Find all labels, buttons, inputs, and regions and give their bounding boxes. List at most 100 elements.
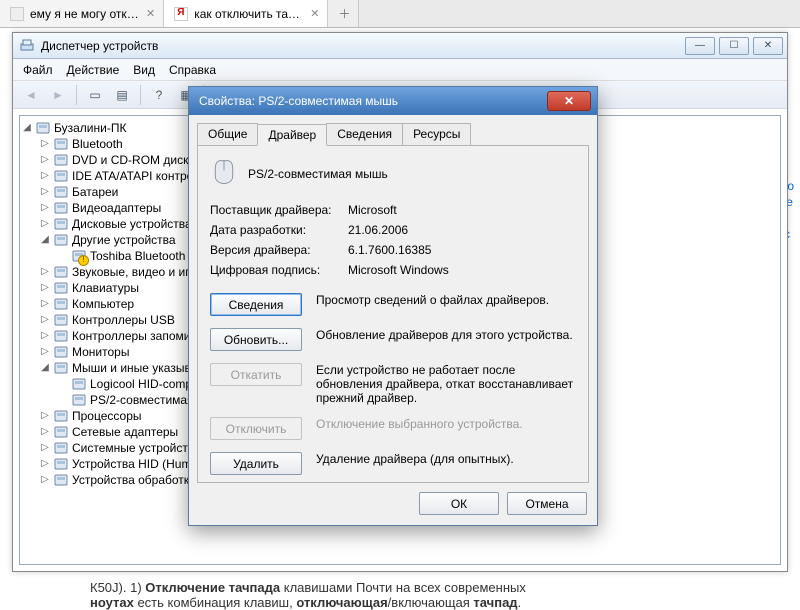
tree-label: Видеоадаптеры bbox=[72, 200, 161, 216]
nav-fwd-button[interactable]: ► bbox=[46, 84, 70, 106]
other-icon bbox=[71, 248, 87, 264]
driver-details-button[interactable]: Сведения bbox=[210, 293, 302, 316]
tree-label: Toshiba Bluetooth bbox=[90, 248, 185, 264]
expand-icon[interactable]: ◢ bbox=[40, 360, 50, 376]
minimize-button[interactable]: — bbox=[685, 37, 715, 55]
browser-tab[interactable]: ему я не могу отключит… ✕ bbox=[0, 0, 164, 27]
ok-button[interactable]: ОК bbox=[419, 492, 499, 515]
button-desc: Обновление драйверов для этого устройств… bbox=[316, 328, 576, 342]
spacer bbox=[58, 248, 68, 264]
disk-icon bbox=[53, 216, 69, 232]
browser-tab[interactable]: как отключить тачпад на н… ✕ bbox=[164, 0, 328, 27]
label: Версия драйвера: bbox=[210, 243, 348, 257]
tree-label: Системные устройства bbox=[72, 440, 201, 456]
expand-icon[interactable]: ▷ bbox=[40, 312, 50, 328]
update-driver-button[interactable]: Обновить... bbox=[210, 328, 302, 351]
tab-close-icon[interactable]: ✕ bbox=[146, 7, 155, 20]
expand-icon[interactable]: ▷ bbox=[40, 472, 50, 488]
disc-icon bbox=[53, 152, 69, 168]
menu-view[interactable]: Вид bbox=[133, 63, 155, 77]
value: 6.1.7600.16385 bbox=[348, 243, 431, 257]
keyboard-icon bbox=[53, 280, 69, 296]
close-button[interactable]: ✕ bbox=[547, 91, 591, 111]
tree-label: Сетевые адаптеры bbox=[72, 424, 178, 440]
device-name: PS/2-совместимая мышь bbox=[248, 167, 388, 181]
close-button[interactable]: ✕ bbox=[753, 37, 783, 55]
expand-icon[interactable]: ▷ bbox=[40, 184, 50, 200]
cancel-button[interactable]: Отмена bbox=[507, 492, 587, 515]
favicon-icon bbox=[174, 7, 188, 21]
mouse-icon bbox=[71, 392, 87, 408]
tree-label: Bluetooth bbox=[72, 136, 123, 152]
favicon-icon bbox=[10, 7, 24, 21]
rollback-driver-button: Откатить bbox=[210, 363, 302, 386]
toolbar-button[interactable]: ▤ bbox=[110, 84, 134, 106]
tab-general[interactable]: Общие bbox=[197, 123, 258, 145]
expand-icon[interactable]: ▷ bbox=[40, 344, 50, 360]
expand-icon[interactable]: ▷ bbox=[40, 136, 50, 152]
tree-label: Дисковые устройства bbox=[72, 216, 192, 232]
expand-icon[interactable]: ▷ bbox=[40, 280, 50, 296]
expand-icon[interactable]: ▷ bbox=[40, 456, 50, 472]
monitor-icon bbox=[53, 344, 69, 360]
label: Поставщик драйвера: bbox=[210, 203, 348, 217]
tab-label: как отключить тачпад на н… bbox=[194, 7, 304, 21]
menu-help[interactable]: Справка bbox=[169, 63, 216, 77]
expand-icon[interactable]: ▷ bbox=[40, 440, 50, 456]
tree-label: Батареи bbox=[72, 184, 118, 200]
mouse-icon bbox=[53, 360, 69, 376]
hid-icon bbox=[53, 456, 69, 472]
ide-icon bbox=[53, 168, 69, 184]
tab-resources[interactable]: Ресурсы bbox=[402, 123, 471, 145]
storage-icon bbox=[53, 328, 69, 344]
expand-icon[interactable]: ▷ bbox=[40, 424, 50, 440]
tab-close-icon[interactable]: ✕ bbox=[310, 7, 319, 20]
toolbar-button[interactable]: ▭ bbox=[83, 84, 107, 106]
tab-panel-driver: PS/2-совместимая мышь Поставщик драйвера… bbox=[197, 145, 589, 483]
label: Дата разработки: bbox=[210, 223, 348, 237]
new-tab-button[interactable]: ＋ bbox=[328, 0, 359, 27]
expand-icon[interactable]: ▷ bbox=[40, 216, 50, 232]
dialog-titlebar[interactable]: Свойства: PS/2-совместимая мышь ✕ bbox=[189, 87, 597, 115]
window-title: Диспетчер устройств bbox=[41, 39, 679, 53]
expand-icon[interactable]: ▷ bbox=[40, 152, 50, 168]
menu-action[interactable]: Действие bbox=[67, 63, 120, 77]
nav-back-button[interactable]: ◄ bbox=[19, 84, 43, 106]
help-icon[interactable]: ? bbox=[147, 84, 171, 106]
menu-file[interactable]: Файл bbox=[23, 63, 53, 77]
sound-icon bbox=[53, 264, 69, 280]
computer-icon bbox=[53, 296, 69, 312]
expand-icon[interactable]: ▷ bbox=[40, 296, 50, 312]
value: Microsoft bbox=[348, 203, 397, 217]
tab-driver[interactable]: Драйвер bbox=[257, 124, 327, 146]
tree-label: Процессоры bbox=[72, 408, 142, 424]
maximize-button[interactable]: ☐ bbox=[719, 37, 749, 55]
display-icon bbox=[53, 200, 69, 216]
tree-label: Компьютер bbox=[72, 296, 134, 312]
expand-icon[interactable]: ▷ bbox=[40, 200, 50, 216]
properties-dialog: Свойства: PS/2-совместимая мышь ✕ Общие … bbox=[188, 86, 598, 526]
label: Цифровая подпись: bbox=[210, 263, 348, 277]
toolbar-separator bbox=[76, 85, 77, 105]
collapse-icon[interactable]: ◢ bbox=[22, 120, 32, 136]
expand-icon[interactable]: ▷ bbox=[40, 168, 50, 184]
tree-label: Контроллеры USB bbox=[72, 312, 175, 328]
expand-icon[interactable]: ▷ bbox=[40, 408, 50, 424]
expand-icon[interactable]: ▷ bbox=[40, 328, 50, 344]
expand-icon[interactable]: ▷ bbox=[40, 264, 50, 280]
value: 21.06.2006 bbox=[348, 223, 408, 237]
menubar: Файл Действие Вид Справка bbox=[13, 59, 787, 81]
tab-details[interactable]: Сведения bbox=[326, 123, 403, 145]
page-body-text: К50J). 1) Отключение тачпада клавишами П… bbox=[90, 580, 780, 610]
battery-icon bbox=[53, 184, 69, 200]
uninstall-driver-button[interactable]: Удалить bbox=[210, 452, 302, 475]
spacer bbox=[58, 392, 68, 408]
window-titlebar[interactable]: Диспетчер устройств — ☐ ✕ bbox=[13, 33, 787, 59]
other-icon bbox=[53, 232, 69, 248]
expand-icon[interactable]: ◢ bbox=[40, 232, 50, 248]
bluetooth-icon bbox=[53, 136, 69, 152]
tree-label: Клавиатуры bbox=[72, 280, 139, 296]
browser-tab-strip: ему я не могу отключит… ✕ как отключить … bbox=[0, 0, 800, 28]
tree-label: Мониторы bbox=[72, 344, 129, 360]
dialog-tabs: Общие Драйвер Сведения Ресурсы bbox=[197, 123, 589, 145]
